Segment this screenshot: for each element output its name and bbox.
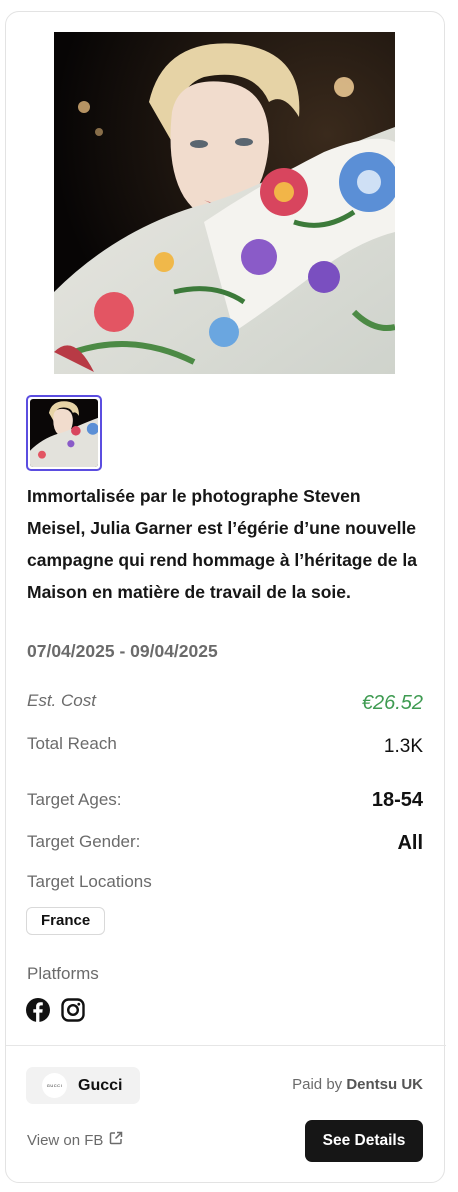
target-ages-value: 18-54 [371,789,423,811]
ad-creative-image[interactable] [54,32,395,374]
target-gender-value: All [397,832,423,854]
facebook-icon [26,998,50,1022]
paid-by-prefix: Paid by [292,1076,347,1093]
target-gender-label: Target Gender: [27,832,141,851]
ad-description: Immortalisée par le photographe Steven M… [27,486,417,602]
location-chip: France [26,907,106,935]
paid-by: Paid by Dentsu UK [292,1076,423,1093]
ad-date-range: 07/04/2025 - 09/04/2025 [27,641,218,661]
paid-by-name: Dentsu UK [346,1076,423,1093]
platform-icons [26,998,85,1022]
external-link-icon [109,1131,123,1149]
target-ages-label: Target Ages: [27,790,122,809]
brand-pill[interactable]: GUCCI Gucci [26,1067,140,1104]
footer-divider [6,1045,446,1046]
brand-logo: GUCCI [42,1073,67,1098]
total-reach-label: Total Reach [27,734,117,753]
est-cost-value: €26.52 [361,692,423,714]
total-reach-value: 1.3K [383,736,423,757]
platforms-label: Platforms [27,964,99,983]
target-locations-label: Target Locations [27,872,152,891]
creative-thumbnail[interactable] [26,395,102,471]
instagram-icon [61,998,85,1022]
brand-name: Gucci [78,1076,123,1094]
view-on-fb-label: View on FB [27,1131,104,1149]
view-on-fb-link[interactable]: View on FB [27,1131,123,1149]
see-details-button[interactable]: See Details [305,1120,423,1162]
est-cost-label: Est. Cost [27,691,96,710]
